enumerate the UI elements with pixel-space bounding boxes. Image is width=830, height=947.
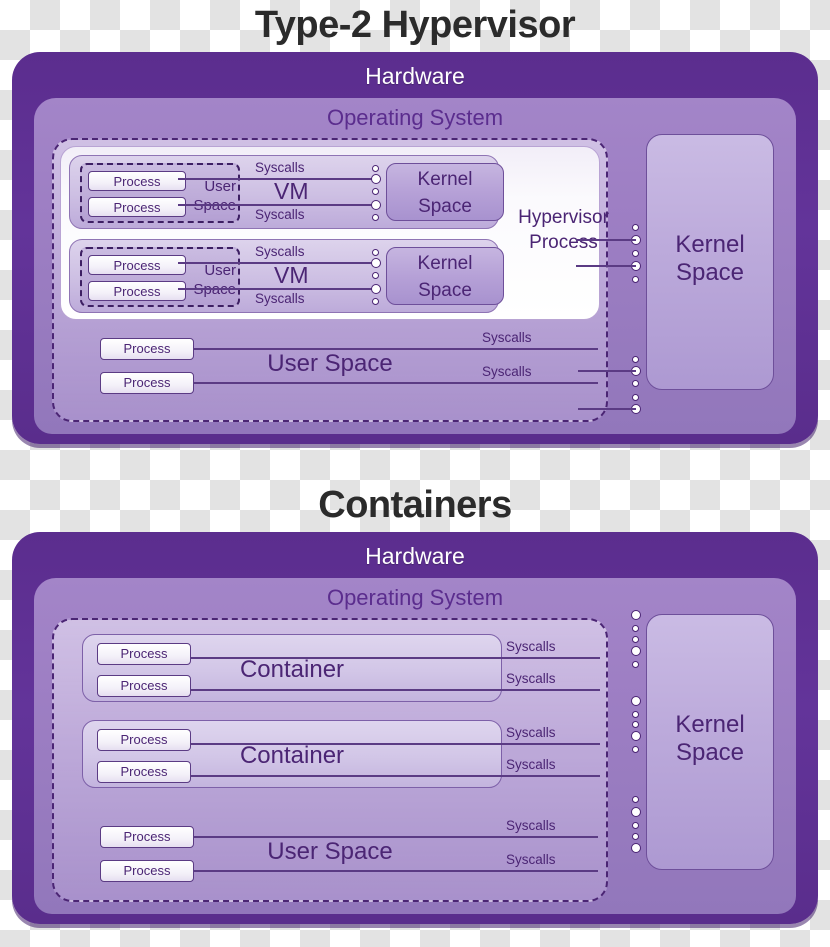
vm-kernel-space-line2: Space: [418, 196, 472, 217]
vm-kernel-space-box: Kernel Space: [386, 247, 504, 305]
syscalls-label: Syscalls: [506, 671, 556, 686]
diagram-title-containers: Containers: [318, 484, 512, 526]
syscall-line: [194, 382, 598, 384]
container-label: Container: [239, 742, 345, 769]
hypervisor-process-label-line1: Hypervisor: [518, 207, 609, 228]
operating-system-box-containers: Operating System Process Process Contain…: [34, 578, 796, 914]
vm-row: Process Process User Space Syscalls Sysc…: [69, 239, 504, 313]
userspace-dashed-region-containers: Process Process Container Syscalls Sysca…: [52, 618, 608, 902]
syscall-line: [190, 689, 600, 691]
syscall-line: [178, 204, 378, 206]
userspace-strip-containers: Process Process Syscalls Syscalls User S…: [54, 816, 606, 890]
hypervisor-process-label: Hypervisor Process: [511, 205, 616, 255]
process-box: Process: [88, 281, 186, 301]
syscalls-label: Syscalls: [482, 330, 532, 345]
diagram-title-hypervisor: Type-2 Hypervisor: [254, 4, 576, 46]
vm-label: VM: [274, 262, 309, 288]
hypervisor-kernel-line: [576, 265, 636, 267]
kernel-space-line2: Space: [675, 739, 745, 766]
hardware-box-hypervisor: Hardware Operating System Process Proces…: [12, 52, 818, 444]
syscall-line: [190, 743, 600, 745]
userspace-strip-hypervisor: Process Process Syscalls Syscalls User S…: [54, 328, 606, 402]
diagram-containers: Containers Hardware Operating System Pro…: [0, 480, 830, 947]
hypervisor-process-label-line2: Process: [529, 232, 598, 253]
diagram-type2-hypervisor: Type-2 Hypervisor Hardware Operating Sys…: [0, 0, 830, 470]
userspace-label-containers: User Space: [267, 838, 393, 865]
kernel-space-line2: Space: [675, 259, 745, 286]
process-box: Process: [88, 255, 186, 275]
syscalls-label: Syscalls: [506, 818, 556, 833]
process-box: Process: [88, 171, 186, 191]
hardware-label-containers: Hardware: [365, 543, 465, 569]
vm-user-space-label-line1: User: [204, 178, 236, 195]
hardware-box-containers: Hardware Operating System Process Proces…: [12, 532, 818, 924]
syscalls-label: Syscalls: [255, 244, 305, 259]
container-row: Process Process Container: [82, 634, 502, 702]
syscall-line: [194, 870, 598, 872]
container-label: Container: [239, 656, 345, 683]
hypervisor-process-box: Process Process User Space Syscalls Sysc…: [60, 146, 609, 320]
syscall-line: [190, 657, 600, 659]
vm-user-space-label-line2: Space: [193, 281, 236, 298]
vm-user-space-dashed: Process Process User Space: [80, 247, 240, 307]
vm-row: Process Process User Space Syscalls Sysc…: [69, 155, 504, 229]
vm-user-space-label-line1: User: [204, 262, 236, 279]
kernel-space-line1: Kernel: [675, 711, 745, 738]
kernel-space-box-hypervisor: Kernel Space: [646, 134, 774, 390]
operating-system-label-containers: Operating System: [326, 585, 504, 610]
vm-kernel-space-box: Kernel Space: [386, 163, 504, 221]
vm-user-space-label-line2: Space: [193, 197, 236, 214]
userspace-dashed-region-hypervisor: Process Process User Space Syscalls Sysc…: [52, 138, 609, 422]
vm-kernel-space-line2: Space: [418, 280, 472, 301]
userspace-label-hypervisor: User Space: [267, 350, 393, 377]
kernel-space-box-containers: Kernel Space: [646, 614, 774, 870]
container-row: Process Process Container: [82, 720, 502, 788]
process-box: Process: [88, 197, 186, 217]
syscalls-label: Syscalls: [255, 291, 305, 306]
hardware-label-hypervisor: Hardware: [365, 63, 465, 89]
vm-kernel-space-line1: Kernel: [417, 253, 473, 274]
syscall-line: [178, 288, 378, 290]
syscalls-label: Syscalls: [506, 757, 556, 772]
userspace-kernel-line: [578, 408, 636, 410]
vm-user-space-dashed: Process Process User Space: [80, 163, 240, 223]
operating-system-label-hypervisor: Operating System: [326, 105, 504, 130]
syscalls-label: Syscalls: [255, 160, 305, 175]
syscall-line: [190, 775, 600, 777]
userspace-kernel-line: [578, 370, 636, 372]
operating-system-box-hypervisor: Operating System Process Process User Sp…: [34, 98, 796, 434]
vm-kernel-space-line1: Kernel: [417, 169, 473, 190]
syscalls-label: Syscalls: [506, 639, 556, 654]
kernel-space-line1: Kernel: [675, 231, 745, 258]
hypervisor-kernel-line: [576, 239, 636, 241]
syscalls-label: Syscalls: [255, 207, 305, 222]
syscalls-label: Syscalls: [506, 725, 556, 740]
vm-label: VM: [274, 178, 309, 204]
